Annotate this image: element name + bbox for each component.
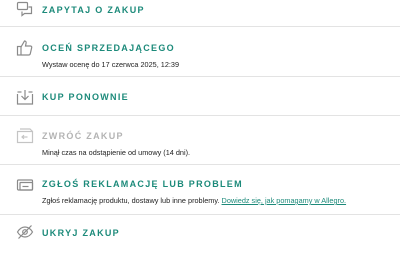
complaint-description: Zgłoś reklamację produktu, dostawy lub i…: [42, 196, 346, 205]
eye-off-icon: [16, 223, 34, 241]
rate-deadline-text: Wystaw ocenę do 17 czerwca 2025, 12:39: [42, 60, 180, 69]
action-hide-title[interactable]: UKRYJ ZAKUP: [42, 228, 120, 238]
action-complaint[interactable]: ZGŁOŚ REKLAMACJĘ LUB PROBLEM Zgłoś rekla…: [0, 165, 400, 214]
action-return-title: ZWRÓĆ ZAKUP: [42, 131, 124, 141]
action-buy-again-title[interactable]: KUP PONOWNIE: [42, 92, 129, 102]
action-ask[interactable]: ZAPYTAJ O ZAKUP: [0, 0, 400, 26]
complaint-cards-icon: [16, 176, 34, 194]
action-buy-again[interactable]: KUP PONOWNIE: [0, 77, 400, 115]
download-tray-icon: [16, 88, 34, 106]
help-link[interactable]: Dowiedz się, jak pomagamy w Allegro.: [222, 196, 347, 205]
chat-bubbles-icon: [16, 1, 34, 19]
action-rate-seller[interactable]: OCEŃ SPRZEDAJĄCEGO Wystaw ocenę do 17 cz…: [0, 27, 400, 76]
action-return: ZWRÓĆ ZAKUP Minął czas na odstąpienie od…: [0, 116, 400, 164]
action-rate-seller-title[interactable]: OCEŃ SPRZEDAJĄCEGO: [42, 43, 175, 53]
return-box-icon: [16, 127, 34, 145]
action-ask-title[interactable]: ZAPYTAJ O ZAKUP: [42, 5, 145, 15]
return-expired-text: Minął czas na odstąpienie od umowy (14 d…: [42, 148, 191, 157]
action-hide[interactable]: UKRYJ ZAKUP: [0, 215, 400, 257]
action-complaint-title[interactable]: ZGŁOŚ REKLAMACJĘ LUB PROBLEM: [42, 179, 243, 189]
thumbs-up-icon: [16, 39, 34, 57]
complaint-description-text: Zgłoś reklamację produktu, dostawy lub i…: [42, 196, 220, 205]
